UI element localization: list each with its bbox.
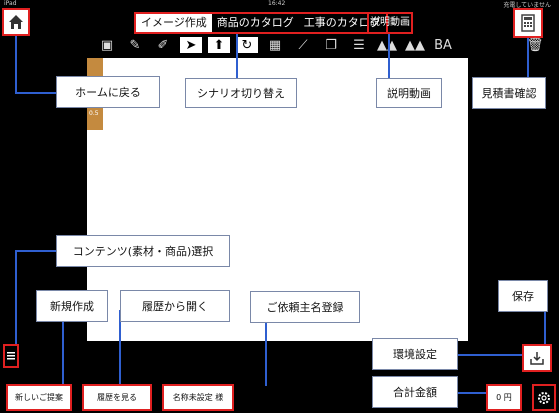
total-amount: 0 円 <box>486 384 522 411</box>
menu-button[interactable] <box>3 344 19 368</box>
tab-product-catalog[interactable]: 商品のカタログ <box>212 14 299 32</box>
adjust-tool-icon[interactable]: ☰ <box>348 37 370 53</box>
before-after-icon[interactable]: BA <box>432 37 454 53</box>
estimate-button[interactable] <box>515 10 541 36</box>
view-history-button[interactable]: 履歴を見る <box>82 384 152 411</box>
home-icon <box>9 15 23 29</box>
scenario-tabs: イメージ作成 商品のカタログ 工事のカタログ <box>134 12 388 34</box>
callout-save: 保存 <box>498 280 548 312</box>
ruler-label: 0.5 <box>89 110 99 117</box>
save-highlight <box>522 344 552 372</box>
callout-total: 合計金額 <box>372 376 458 408</box>
menu-icon <box>7 352 15 360</box>
brush-tool-icon[interactable]: ✐ <box>152 37 174 53</box>
photo-tool-icon[interactable]: ▣ <box>96 37 118 53</box>
rotate-tool-icon[interactable]: ↻ <box>236 37 258 53</box>
callout-home: ホームに戻る <box>56 76 160 108</box>
pen-tool-icon[interactable]: ✎ <box>124 37 146 53</box>
settings-button[interactable] <box>532 384 556 411</box>
home-highlight <box>2 8 30 36</box>
home-button[interactable] <box>4 10 28 34</box>
new-proposal-button[interactable]: 新しいご提案 <box>6 384 72 411</box>
callout-video: 説明動画 <box>376 78 442 108</box>
crop-tool-icon[interactable]: ⟋ <box>292 37 314 53</box>
tree-tool-icon[interactable]: ▲▲ <box>376 37 398 53</box>
callout-contents: コンテンツ(素材・商品)選択 <box>56 235 230 267</box>
calculator-highlight <box>513 8 543 38</box>
save-icon <box>530 352 544 365</box>
move-tool-icon[interactable]: ⬆ <box>208 37 230 53</box>
callout-client: ご依頼主名登録 <box>250 291 360 323</box>
callout-estimate: 見積書確認 <box>472 77 546 109</box>
select-tool-icon[interactable]: ➤ <box>180 37 202 53</box>
image-tool-icon[interactable]: ▦ <box>264 37 286 53</box>
video-button[interactable]: 説明動画 <box>367 12 413 34</box>
save-button[interactable] <box>524 346 550 370</box>
tree2-tool-icon[interactable]: ▲▲ <box>404 37 426 53</box>
tool-bar: ▣ ✎ ✐ ➤ ⬆ ↻ ▦ ⟋ ❐ ☰ ▲▲ ▲▲ BA 🗑 <box>96 36 546 54</box>
carrier: iPad <box>4 0 17 7</box>
layer-tool-icon[interactable]: ❐ <box>320 37 342 53</box>
callout-settings: 環境設定 <box>372 338 458 370</box>
callout-new: 新規作成 <box>36 290 108 322</box>
callout-scenario: シナリオ切り替え <box>185 78 297 108</box>
gear-icon <box>538 391 550 404</box>
callout-history: 履歴から開く <box>120 290 230 322</box>
status-bar: iPad 16:42 充電していません <box>0 0 559 9</box>
clock: 16:42 <box>268 0 286 7</box>
client-name-field[interactable]: 名称未設定 様 <box>162 384 234 411</box>
calculator-icon <box>521 14 535 32</box>
tab-image-create[interactable]: イメージ作成 <box>136 14 212 32</box>
